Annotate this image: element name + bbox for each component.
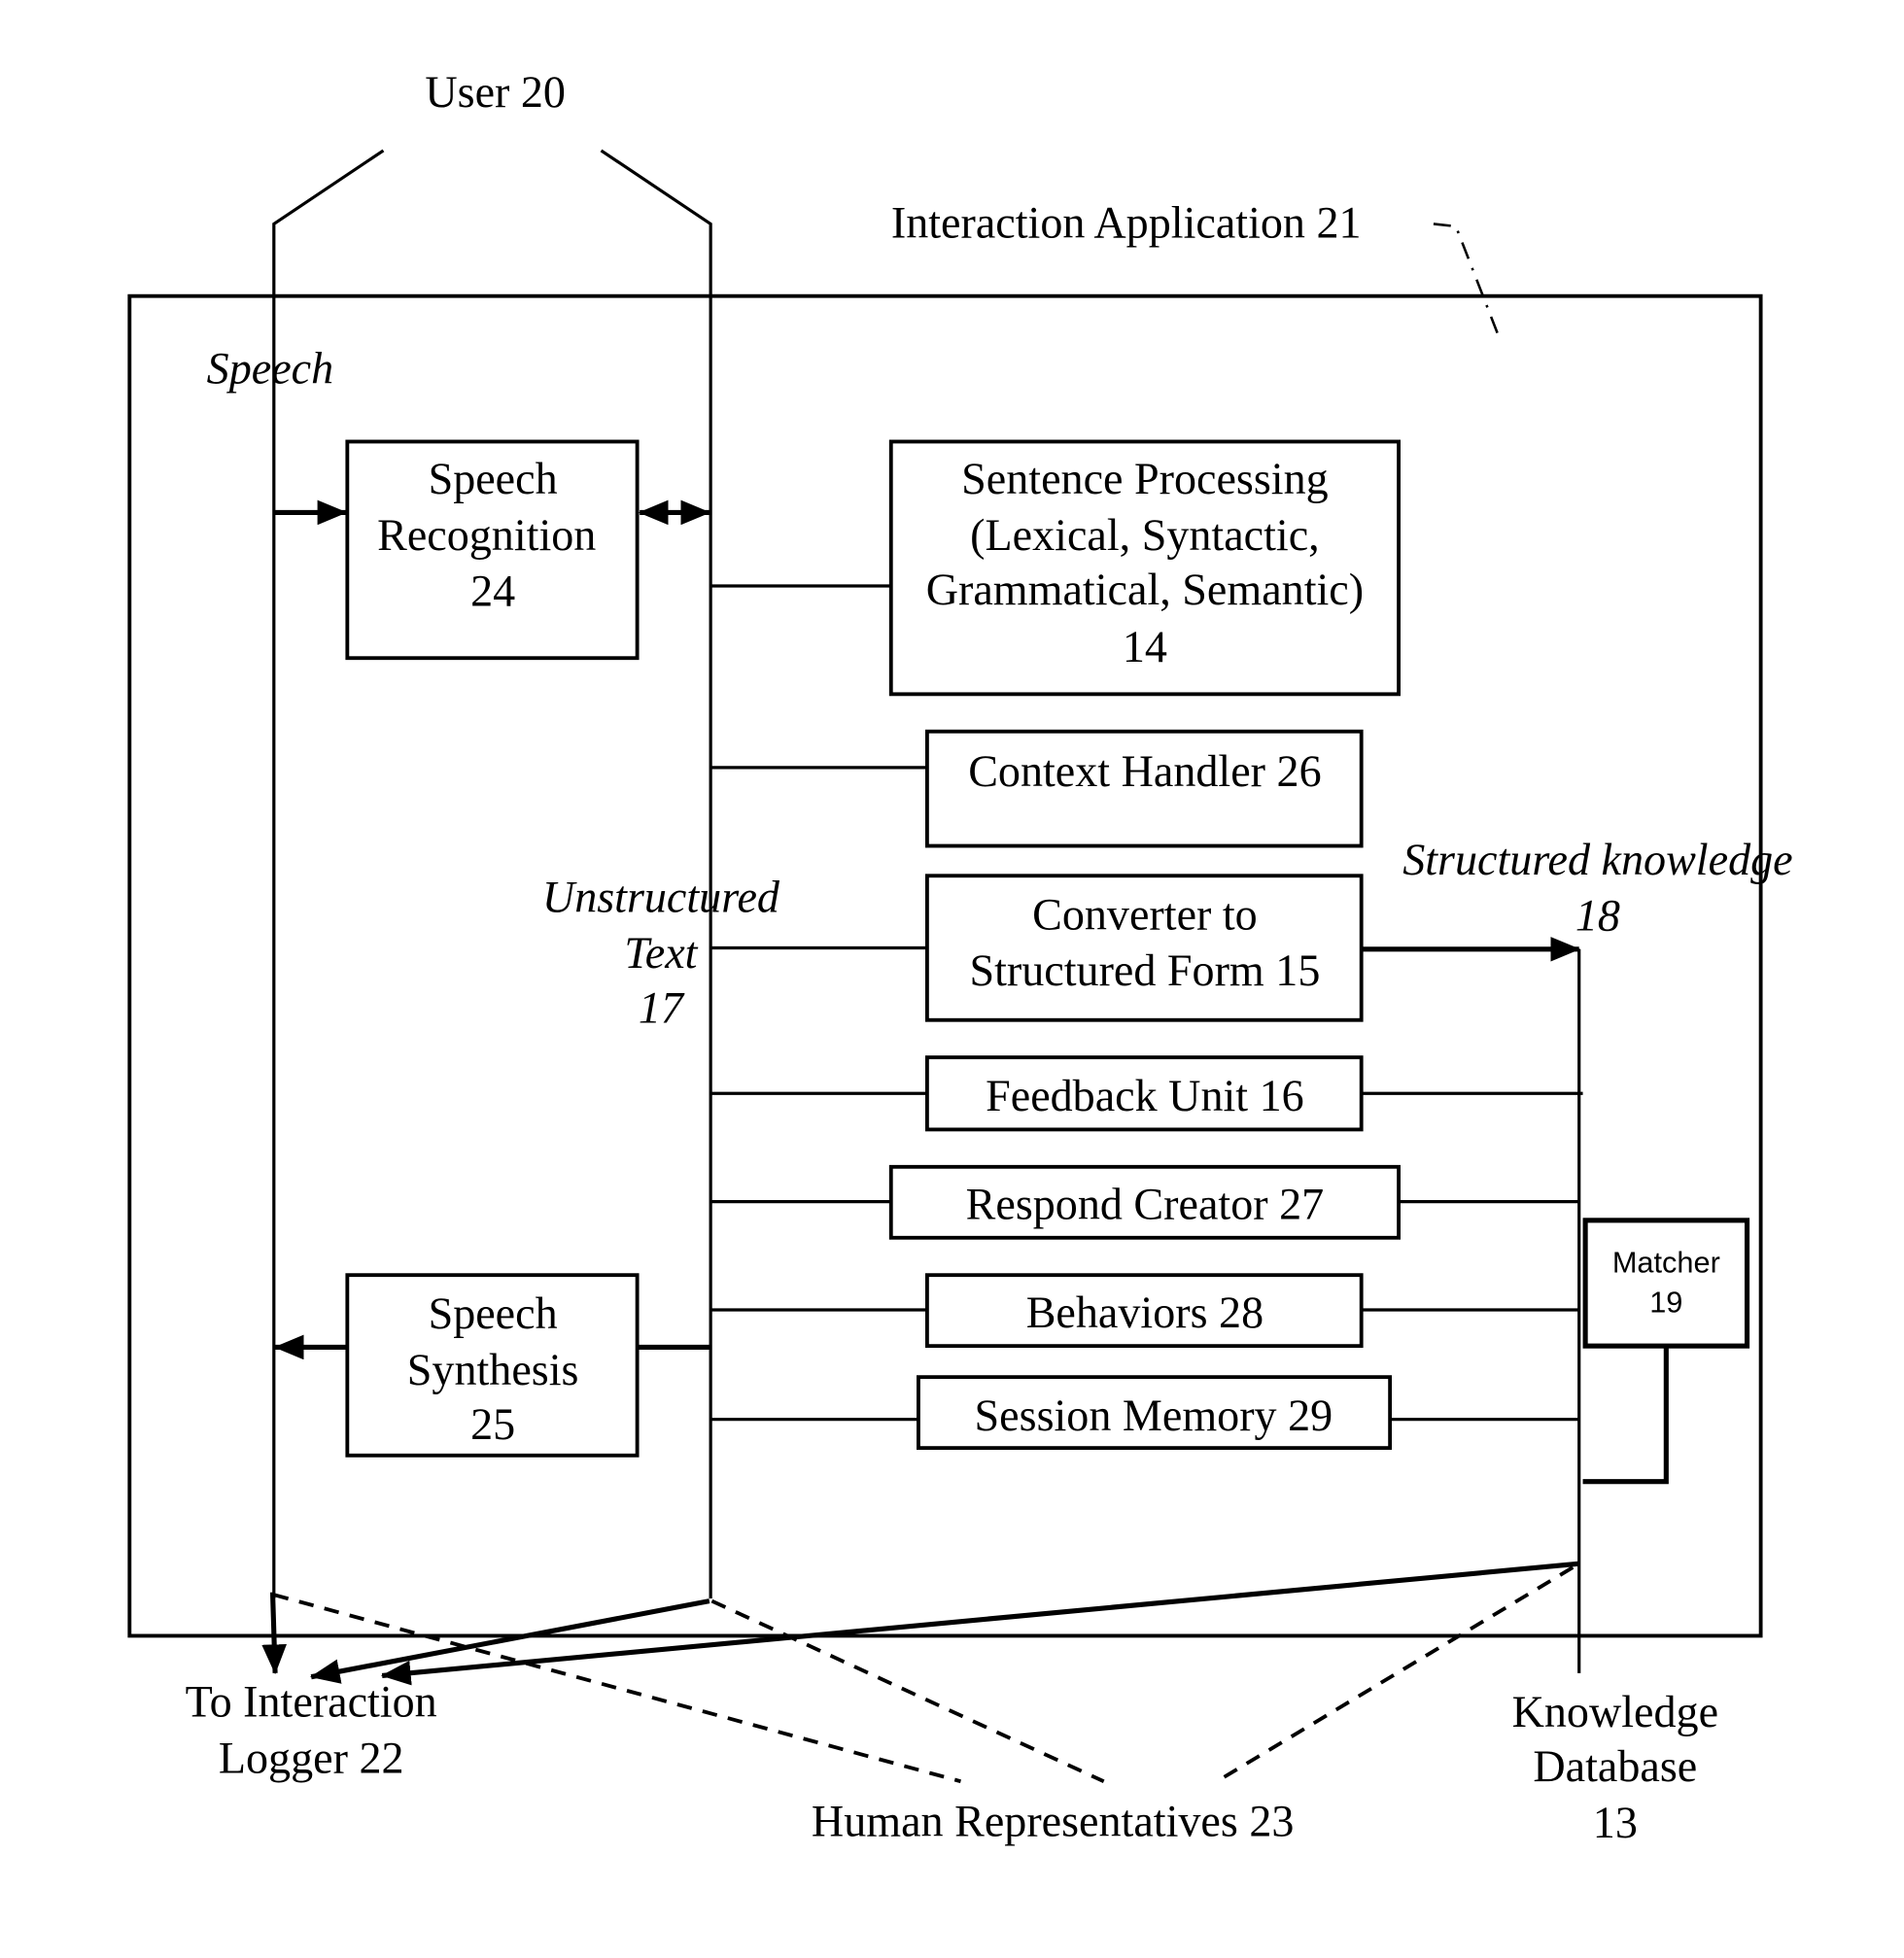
svg-text:Synthesis: Synthesis	[407, 1345, 579, 1394]
context-handler-box: Context Handler 26	[924, 729, 1364, 848]
logger-arrow-speech	[261, 1592, 287, 1675]
kdb-label-2: Database	[1533, 1741, 1697, 1791]
unstructured-label-1: Unstructured	[542, 872, 780, 921]
behaviors-box: Behaviors 28	[924, 1273, 1364, 1349]
app-label: Interaction Application 21	[891, 198, 1362, 248]
app-leader-line	[1433, 223, 1501, 339]
svg-text:Speech: Speech	[429, 1288, 558, 1338]
diagram-canvas: User 20 Interaction Application 21 Speec…	[127, 67, 1793, 1847]
svg-text:25: 25	[470, 1399, 515, 1449]
matcher-box: Matcher 19	[1582, 1218, 1750, 1349]
logger-label-1: To Interaction	[186, 1677, 437, 1727]
svg-text:Behaviors 28: Behaviors 28	[1026, 1288, 1264, 1337]
svg-text:Speech: Speech	[429, 454, 558, 503]
speech-synthesis-box: Speech Synthesis 25	[345, 1273, 640, 1458]
sentence-processing-box: Sentence Processing (Lexical, Syntactic,…	[888, 439, 1402, 697]
respond-creator-box: Respond Creator 27	[888, 1164, 1402, 1240]
human-reps-label: Human Representatives 23	[812, 1797, 1295, 1846]
svg-text:14: 14	[1123, 622, 1167, 671]
human-rep-dash-3	[1216, 1565, 1575, 1783]
svg-text:Sentence Processing: Sentence Processing	[961, 454, 1329, 503]
converter-box: Converter to Structured Form 15	[924, 874, 1364, 1022]
svg-text:Matcher: Matcher	[1612, 1246, 1720, 1280]
speech-label: Speech	[207, 343, 333, 393]
svg-text:Session Memory 29: Session Memory 29	[975, 1391, 1333, 1440]
logger-label-2: Logger 22	[219, 1733, 404, 1782]
svg-text:19: 19	[1649, 1286, 1682, 1320]
svg-text:Context Handler 26: Context Handler 26	[968, 746, 1321, 796]
structured-knowledge-label: Structured knowledge	[1402, 835, 1792, 884]
feedback-unit-box: Feedback Unit 16	[924, 1055, 1364, 1132]
svg-text:Respond Creator 27: Respond Creator 27	[966, 1180, 1325, 1229]
matcher-link	[1582, 1346, 1669, 1485]
svg-text:Recognition: Recognition	[377, 510, 596, 560]
unstructured-label-2: Text	[624, 928, 698, 978]
svg-text:Grammatical, Semantic): Grammatical, Semantic)	[926, 565, 1364, 614]
user-label: User 20	[425, 67, 566, 117]
svg-text:(Lexical, Syntactic,: (Lexical, Syntactic,	[970, 510, 1320, 560]
logger-arrow-knowledge	[380, 1561, 1579, 1686]
kdb-label-3: 13	[1593, 1798, 1638, 1847]
unstructured-label-3: 17	[639, 982, 685, 1032]
svg-text:Feedback Unit 16: Feedback Unit 16	[986, 1071, 1304, 1120]
structured-knowledge-number: 18	[1575, 891, 1620, 941]
svg-text:24: 24	[470, 566, 515, 615]
svg-text:Converter to: Converter to	[1032, 889, 1258, 939]
session-memory-box: Session Memory 29	[917, 1375, 1393, 1451]
svg-text:Structured Form 15: Structured Form 15	[969, 945, 1320, 995]
speech-recognition-box: Speech Recognition 24	[345, 439, 640, 661]
kdb-label-1: Knowledge	[1512, 1687, 1718, 1736]
